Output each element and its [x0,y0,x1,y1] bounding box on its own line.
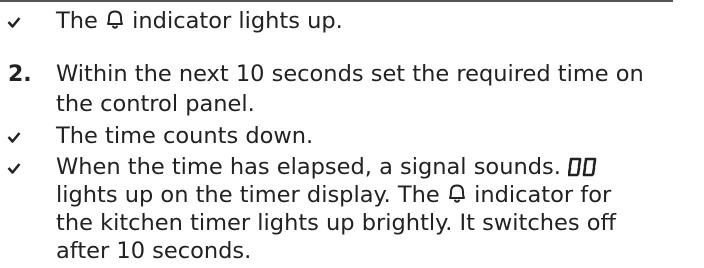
step-text-line: the control panel. [56,91,255,117]
seven-segment-display: 00 [568,157,597,177]
step-text-line: Within the next 10 seconds set the requi… [56,61,644,87]
check-icon [7,5,47,38]
check-icon [7,151,47,184]
check-icon [7,120,47,153]
result-item: The indicator lights up. [0,5,704,38]
result-text: The indicator lights up. [56,8,343,34]
step-item: 2. Within the next 10 seconds set the re… [0,58,704,124]
result-item: The time counts down. [0,120,704,153]
top-divider [0,0,673,2]
result-text: The time counts down. [56,123,314,149]
result-item: When the time has elapsed, a signal soun… [0,151,704,264]
step-number: 2. [8,62,32,87]
bell-icon [107,10,124,29]
result-text-line: after 10 seconds. [56,238,252,264]
bell-icon [448,184,465,203]
